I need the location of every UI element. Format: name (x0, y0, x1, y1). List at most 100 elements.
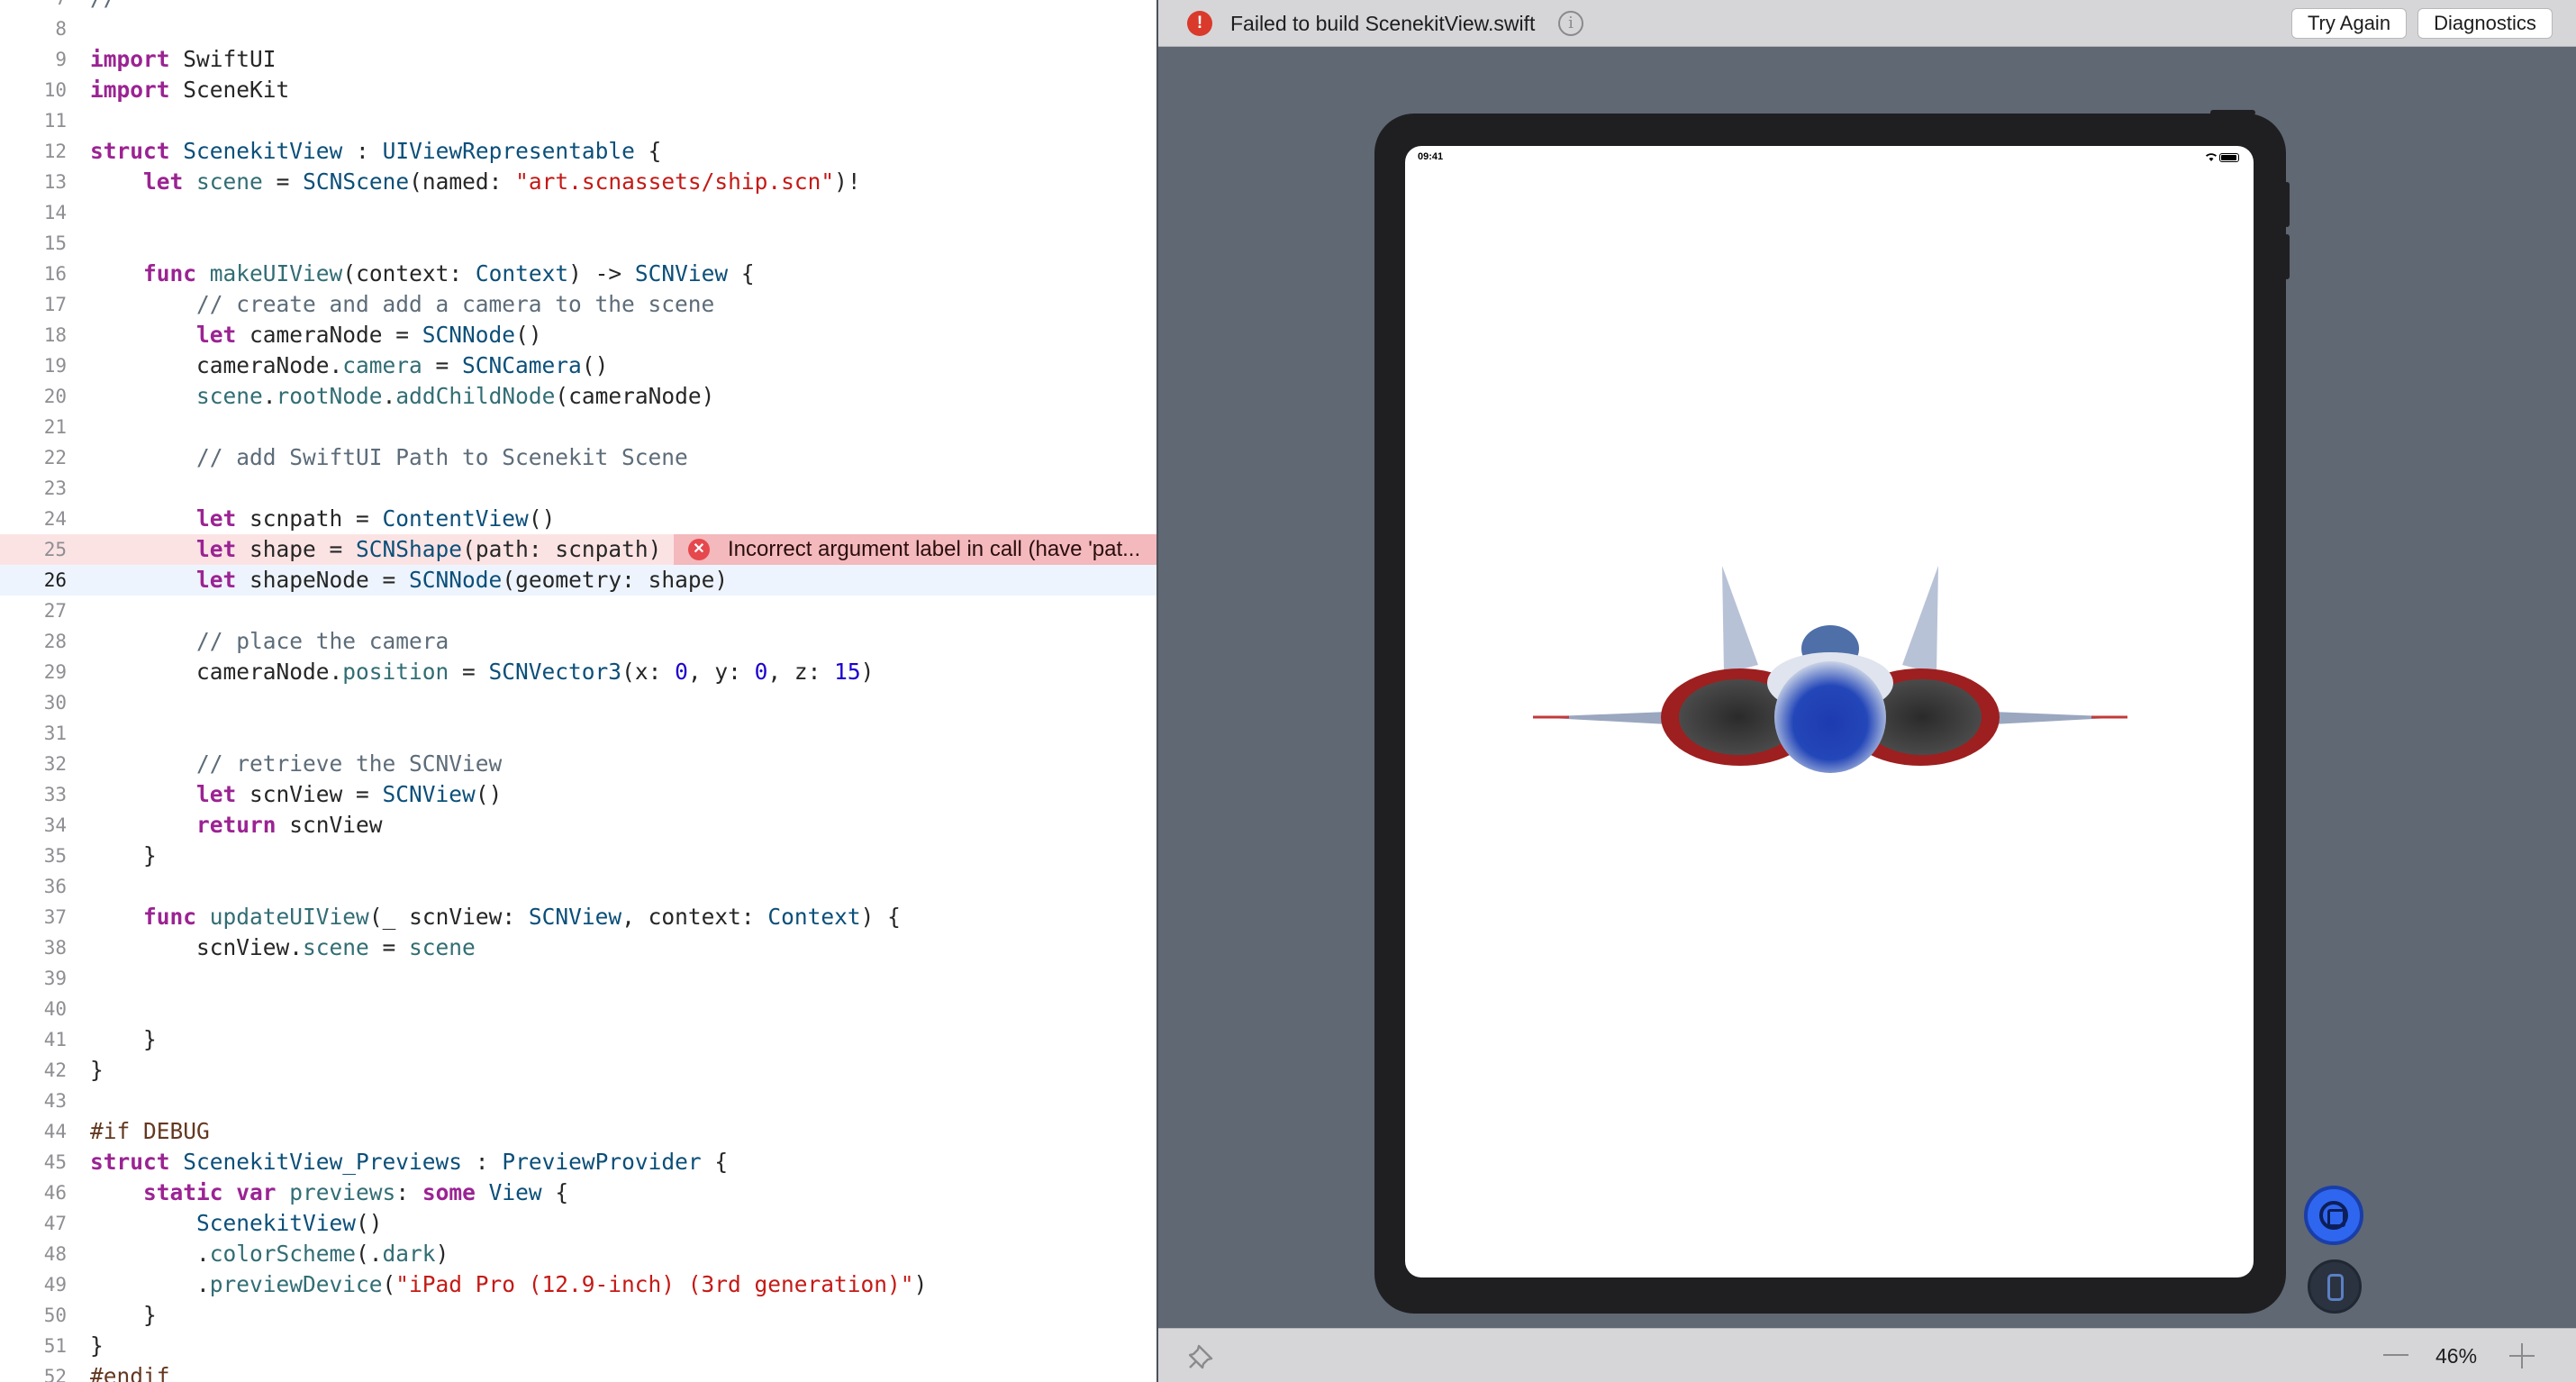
code-line[interactable]: 16 func makeUIView(context: Context) -> … (0, 259, 1156, 289)
pin-icon[interactable] (1189, 1343, 1214, 1370)
code-line[interactable]: 15 (0, 228, 1156, 259)
zoom-out-button[interactable] (2383, 1354, 2408, 1356)
diagnostics-button[interactable]: Diagnostics (2417, 8, 2553, 39)
code-token: cameraNode = (236, 322, 422, 348)
info-icon[interactable]: i (1558, 11, 1583, 36)
code-line[interactable]: 46 static var previews: some View { (0, 1177, 1156, 1208)
code-line[interactable]: 42} (0, 1055, 1156, 1086)
code-line[interactable]: 21 (0, 412, 1156, 442)
code-line[interactable]: 51} (0, 1331, 1156, 1361)
code-token: struct (90, 138, 170, 164)
code-line[interactable]: 22 // add SwiftUI Path to Scenekit Scene (0, 442, 1156, 473)
live-preview-button[interactable] (2304, 1186, 2363, 1245)
code-token: } (90, 1332, 104, 1359)
code-token: scnpath = (236, 505, 383, 532)
inline-error-annotation[interactable]: ✕ Incorrect argument label in call (have … (674, 534, 1156, 565)
line-number: 39 (43, 968, 67, 989)
code-line[interactable]: 23 (0, 473, 1156, 504)
code-line[interactable]: 11 (0, 105, 1156, 136)
zoom-in-button[interactable] (2509, 1343, 2535, 1368)
line-number: 11 (43, 110, 67, 132)
try-again-button[interactable]: Try Again (2291, 8, 2407, 39)
code-line[interactable]: 19 cameraNode.camera = SCNCamera() (0, 350, 1156, 381)
code-line[interactable]: 8 (0, 14, 1156, 44)
code-token: ) (435, 1241, 449, 1267)
code-line[interactable]: 32 // retrieve the SCNView (0, 749, 1156, 779)
code-line[interactable]: 48 .colorScheme(.dark) (0, 1239, 1156, 1269)
code-line[interactable]: 39 (0, 963, 1156, 994)
code-token: SwiftUI (169, 46, 277, 72)
device-settings-button[interactable] (2308, 1259, 2362, 1314)
line-number: 26 (43, 569, 67, 591)
code-token: ScenekitView (183, 138, 343, 164)
code-token: (x: (621, 659, 676, 685)
code-line[interactable]: 44 #if DEBUG (0, 1116, 1156, 1147)
code-line[interactable]: 30 (0, 687, 1156, 718)
code-line[interactable]: 49 .previewDevice("iPad Pro (12.9-inch) … (0, 1269, 1156, 1300)
code-line[interactable]: 26 let shapeNode = SCNNode(geometry: sha… (0, 565, 1156, 596)
code-line[interactable]: 13 let scene = SCNScene(named: "art.scna… (0, 167, 1156, 197)
code-line[interactable]: 9 import SwiftUI (0, 44, 1156, 75)
code-line[interactable]: 40 (0, 994, 1156, 1024)
code-token: import (90, 77, 170, 103)
code-token: func (143, 904, 197, 930)
code-editor[interactable]: 7 // 8 9 import SwiftUI 10 import SceneKit 11 12… (0, 0, 1156, 1382)
line-code: return scnView (90, 810, 383, 841)
code-line[interactable]: 10 import SceneKit (0, 75, 1156, 105)
line-number: 33 (43, 784, 67, 805)
code-line[interactable]: 45 struct ScenekitView_Previews : Preview… (0, 1147, 1156, 1177)
code-token: : (342, 138, 383, 164)
code-token: // create and add a camera to the scene (90, 291, 715, 317)
code-line[interactable]: 33 let scnView = SCNView() (0, 779, 1156, 810)
zoom-level-label[interactable]: 46% (2435, 1329, 2477, 1382)
code-line[interactable]: 20 scene.rootNode.addChildNode(cameraNod… (0, 381, 1156, 412)
device-screen[interactable]: 09:41 (1405, 146, 2254, 1277)
line-number: 29 (43, 661, 67, 683)
code-line[interactable]: 34 return scnView (0, 810, 1156, 841)
code-line[interactable]: 18 let cameraNode = SCNNode() (0, 320, 1156, 350)
code-line[interactable]: 12 struct ScenekitView : UIViewRepresenta… (0, 136, 1156, 167)
code-line[interactable]: 28 // place the camera (0, 626, 1156, 657)
code-line[interactable]: 41 } (0, 1024, 1156, 1055)
code-line[interactable]: 14 (0, 197, 1156, 228)
code-line[interactable]: 43 (0, 1086, 1156, 1116)
code-token: { (634, 138, 662, 164)
code-token: import (90, 46, 170, 72)
code-line[interactable]: 35 } (0, 841, 1156, 871)
code-line[interactable]: 31 (0, 718, 1156, 749)
line-number: 24 (43, 508, 67, 530)
line-number: 27 (43, 600, 67, 622)
device-volume-down-button (2284, 234, 2290, 279)
code-token: = (368, 934, 410, 960)
code-token: ) { (860, 904, 901, 930)
code-line[interactable]: 36 (0, 871, 1156, 902)
line-number: 46 (43, 1182, 67, 1204)
code-line[interactable]: 52 #endif (0, 1361, 1156, 1382)
code-line[interactable]: 7 // (0, 0, 1156, 14)
code-token: scene (303, 934, 369, 960)
line-code: struct ScenekitView_Previews : PreviewPr… (90, 1147, 728, 1177)
line-number: 18 (43, 324, 67, 346)
line-code: scene.rootNode.addChildNode(cameraNode) (90, 381, 714, 412)
status-bar-time: 09:41 (1418, 151, 1444, 162)
line-number: 41 (43, 1029, 67, 1050)
code-line[interactable]: 37 func updateUIView(_ scnView: SCNView,… (0, 902, 1156, 932)
code-line[interactable]: 24 let scnpath = ContentView() (0, 504, 1156, 534)
code-token: SCNShape (356, 536, 463, 562)
code-token: position (342, 659, 449, 685)
code-token: 0 (754, 659, 768, 685)
line-number: 7 (0, 0, 67, 14)
code-token: SCNView (528, 904, 622, 930)
code-line[interactable]: 47 ScenekitView() (0, 1208, 1156, 1239)
code-line[interactable]: 25 let shape = SCNShape(path: scnpath) ✕ I… (0, 534, 1156, 565)
code-line[interactable]: 17 // create and add a camera to the sce… (0, 289, 1156, 320)
code-line[interactable]: 29 cameraNode.position = SCNVector3(x: 0… (0, 657, 1156, 687)
code-token: scnView. (90, 934, 304, 960)
line-number: 34 (43, 814, 67, 836)
code-token: = (422, 352, 463, 378)
code-line[interactable]: 38 scnView.scene = scene (0, 932, 1156, 963)
code-line[interactable]: 27 (0, 596, 1156, 626)
code-line[interactable]: 50 } (0, 1300, 1156, 1331)
code-lines: 7 // 8 9 import SwiftUI 10 import SceneKit 11 12… (0, 0, 1156, 1382)
